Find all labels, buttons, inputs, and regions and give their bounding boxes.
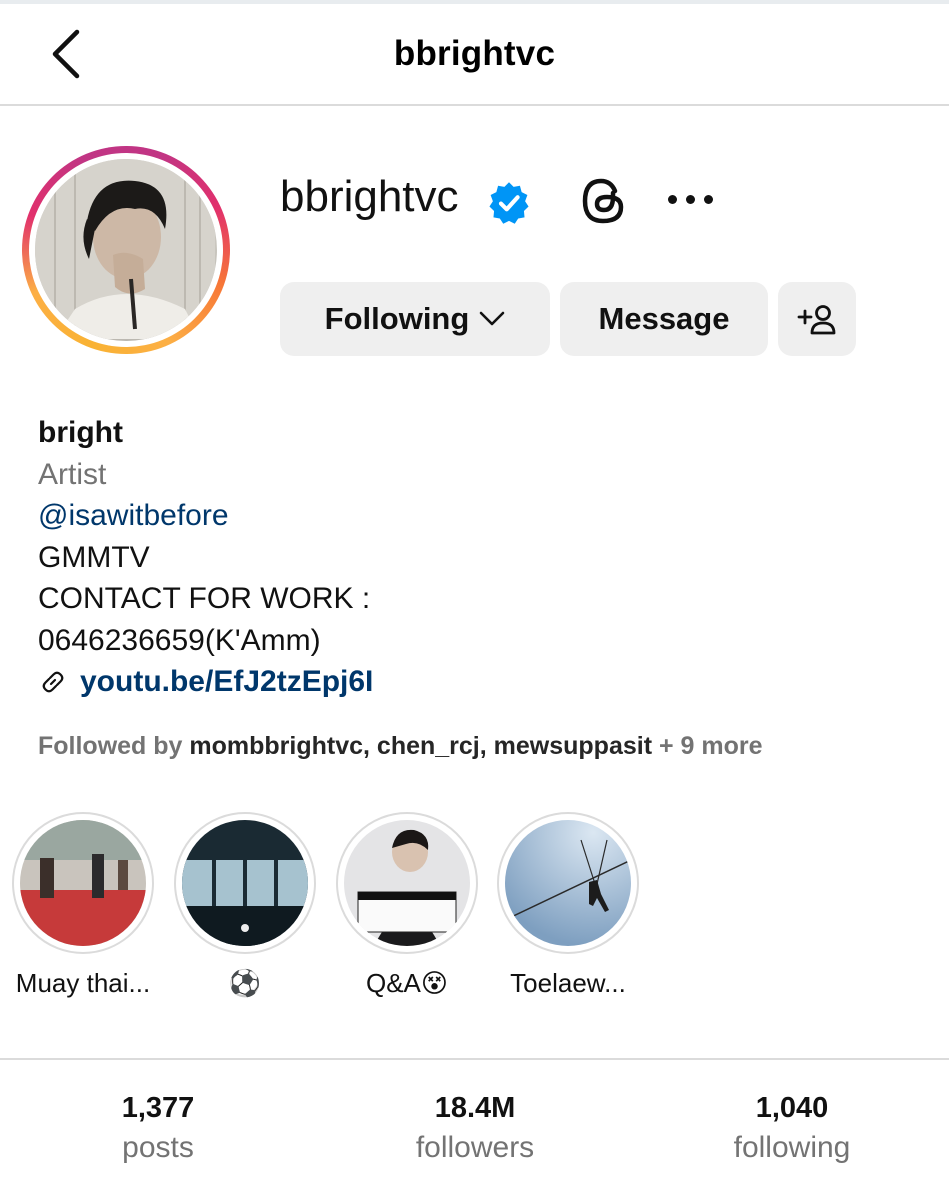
chevron-down-icon: [480, 311, 505, 326]
threads-icon[interactable]: [574, 172, 632, 230]
following-stat[interactable]: 1,040 following: [672, 1092, 912, 1165]
bio-mention-link[interactable]: @isawitbefore: [38, 495, 918, 537]
following-label: following: [733, 1131, 851, 1164]
add-user-icon: [797, 305, 836, 335]
profile-username: bbrightvc: [280, 172, 459, 221]
followers-count: 18.4M: [434, 1092, 516, 1124]
posts-stat[interactable]: 1,377 posts: [38, 1092, 278, 1165]
following-count: 1,040: [755, 1092, 829, 1124]
profile-stats: 1,377 posts 18.4M followers 1,040 follow…: [0, 1092, 949, 1182]
top-bar: bbrightvc: [0, 4, 949, 106]
page-title: bbrightvc: [393, 34, 556, 73]
link-icon: [42, 671, 64, 693]
bio-line: 0646236659(K'Amm): [38, 623, 321, 657]
message-button[interactable]: Message: [560, 282, 768, 356]
highlight-cover: [182, 820, 308, 946]
followers-stat[interactable]: 18.4M followers: [355, 1092, 595, 1165]
profile-bio: bright Artist @isawitbefore GMMTV CONTAC…: [38, 412, 918, 703]
following-button[interactable]: Following: [280, 282, 550, 356]
message-button-label: Message: [598, 301, 730, 336]
highlight-cover: [505, 820, 631, 946]
mutual-followers: mombbrightvc, chen_rcj, mewsuppasit: [189, 732, 653, 760]
bio-external-link[interactable]: youtu.be/EfJ2tzEpj6I: [38, 661, 918, 703]
profile-avatar[interactable]: [22, 146, 230, 354]
highlight-item[interactable]: Muay thai...: [8, 812, 158, 999]
highlight-cover: [344, 820, 470, 946]
bio-line: GMMTV: [38, 540, 150, 574]
verified-badge-icon: [489, 182, 529, 224]
posts-count: 1,377: [121, 1092, 195, 1124]
avatar-portrait: [35, 159, 215, 339]
following-button-label: Following: [324, 301, 470, 336]
divider: [0, 1058, 949, 1060]
highlight-label: ⚽: [228, 968, 262, 998]
highlight-item[interactable]: Q&A😵: [332, 812, 482, 999]
highlight-label: Toelaew...: [510, 968, 626, 998]
followers-label: followers: [415, 1131, 535, 1164]
highlight-item[interactable]: Toelaew...: [493, 812, 643, 999]
more-options-icon[interactable]: [660, 182, 720, 216]
avatar-photo: [35, 159, 217, 341]
display-name: bright: [38, 416, 123, 449]
highlight-cover: [20, 820, 146, 946]
highlight-label: Q&A😵: [365, 968, 448, 998]
posts-label: posts: [122, 1131, 194, 1164]
profile-category: Artist: [38, 457, 107, 491]
followed-by-text[interactable]: Followed by mombbrightvc, chen_rcj, mews…: [38, 732, 763, 761]
highlight-label: Muay thai...: [15, 968, 151, 998]
suggested-users-button[interactable]: [778, 282, 856, 356]
external-link-text: youtu.be/EfJ2tzEpj6I: [80, 665, 374, 698]
highlight-item[interactable]: ⚽: [170, 812, 320, 999]
bio-line: CONTACT FOR WORK :: [38, 582, 371, 615]
story-highlights: Muay thai... ⚽ Q&A😵 Toelaew...: [0, 812, 949, 1012]
